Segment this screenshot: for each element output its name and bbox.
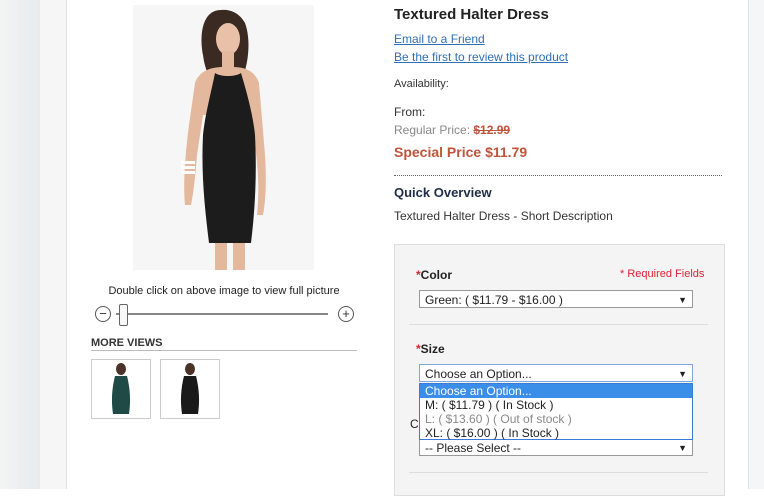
required-fields-note: * Required Fields [620, 268, 705, 280]
product-title: Textured Halter Dress [394, 6, 549, 23]
write-review-link[interactable]: Be the first to review this product [394, 50, 568, 64]
zoom-hint-text: Double click on above image to view full… [108, 285, 340, 297]
chevron-down-icon: ▼ [678, 443, 687, 453]
option-separator [409, 472, 708, 473]
special-price: Special Price $11.79 [394, 144, 527, 160]
special-price-label: Special Price [394, 144, 482, 160]
quick-overview-description: Textured Halter Dress - Short Descriptio… [394, 209, 613, 223]
third-option-label-partial: C [410, 417, 419, 431]
chevron-down-icon: ▼ [678, 295, 687, 305]
size-option-xl[interactable]: XL: ( $16.00 ) ( In Stock ) [420, 426, 692, 440]
thumbnail-image [161, 360, 219, 418]
regular-price: Regular Price: $12.99 [394, 123, 510, 137]
dress-model-illustration [133, 5, 314, 270]
zoom-slider-track[interactable] [116, 313, 328, 315]
size-option-m[interactable]: M: ( $11.79 ) ( In Stock ) [420, 398, 692, 412]
color-select[interactable]: Green: ( $11.79 - $16.00 ) ▼ [419, 290, 693, 308]
size-dropdown-list[interactable]: Choose an Option... M: ( $11.79 ) ( In S… [419, 383, 693, 440]
availability-label: Availability: [394, 78, 449, 90]
zoom-slider-handle[interactable] [119, 304, 128, 326]
page-background-left [0, 0, 40, 489]
quick-overview-heading: Quick Overview [394, 185, 492, 200]
zoom-out-button[interactable]: − [95, 306, 111, 322]
thumbnail-image [92, 360, 150, 418]
thumbnail-black-dress[interactable] [160, 359, 220, 419]
third-select-value: -- Please Select -- [425, 441, 522, 455]
color-select-value: Green: ( $11.79 - $16.00 ) [425, 293, 563, 307]
product-main-image[interactable] [133, 5, 314, 270]
regular-price-label: Regular Price: [394, 123, 471, 137]
size-select[interactable]: Choose an Option... ▼ [419, 364, 693, 382]
chevron-down-icon: ▼ [678, 369, 687, 379]
page-background-right [748, 0, 764, 489]
price-from-label: From: [394, 105, 426, 119]
divider [394, 175, 722, 176]
content-frame-left [40, 0, 67, 489]
zoom-in-button[interactable]: + [338, 306, 354, 322]
size-option-choose[interactable]: Choose an Option... [420, 384, 692, 398]
option-separator [409, 324, 708, 325]
size-select-value: Choose an Option... [425, 367, 532, 381]
third-option-select[interactable]: -- Please Select -- ▼ [419, 438, 693, 456]
thumbnail-green-dress[interactable] [91, 359, 151, 419]
email-friend-link[interactable]: Email to a Friend [394, 32, 485, 46]
more-views-heading: MORE VIEWS [91, 337, 357, 351]
color-option-label: *Color [416, 268, 453, 282]
size-option-l[interactable]: L: ( $13.60 ) ( Out of stock ) [420, 412, 692, 426]
size-option-label: *Size [416, 342, 445, 356]
regular-price-value: $12.99 [473, 123, 511, 137]
special-price-value: $11.79 [485, 144, 528, 160]
